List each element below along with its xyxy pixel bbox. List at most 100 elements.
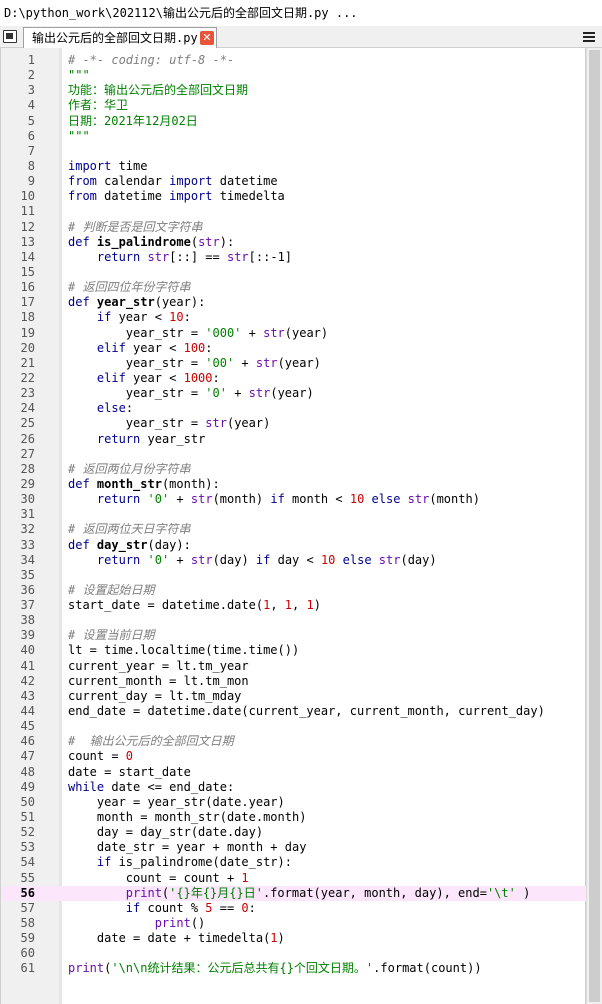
line-number: 30 [20,492,35,507]
code-line[interactable]: 33 def day_str(day): [1,538,587,553]
code-line[interactable]: 25 year_str = str(year) [1,416,587,431]
code-text: current_year = lt.tm_year [68,659,249,674]
code-token: time [111,158,148,173]
code-line[interactable]: 27 [1,447,587,462]
code-line[interactable]: 17 def year_str(year): [1,295,587,310]
code-token: day_str [96,537,148,552]
code-line[interactable]: 5 日期：2021年12月02日 [1,114,587,129]
code-line[interactable]: 57 if count % 5 == 0: [1,901,587,916]
code-line[interactable]: 50 year = year_str(date.year) [1,795,587,810]
code-line[interactable]: 12 # 判断是否是回文字符串 [1,220,587,235]
line-number: 58 [20,916,35,931]
line-number: 17 [20,295,35,310]
code-line[interactable]: 51 month = month_str(date.month) [1,810,587,825]
code-line[interactable]: 21 year_str = '00' + str(year) [1,356,587,371]
code-line[interactable]: 28 # 返回两位月份字符串 [1,462,587,477]
code-token: from [68,189,97,204]
code-text: return '0' + str(day) if day < 10 else s… [68,553,437,568]
code-line[interactable]: 46 # 输出公元后的全部回文日期 [1,734,587,749]
close-icon[interactable]: ✕ [200,31,214,45]
code-line[interactable]: 56 print('{}年{}月{}日'.format(year, month,… [1,885,587,901]
code-token: 10 [169,310,184,325]
code-token: str [147,249,170,264]
code-line[interactable]: 29 def month_str(month): [1,477,587,492]
code-line[interactable]: 26 return year_str [1,432,587,447]
code-token: (month): [161,476,220,491]
code-text: # 返回两位月份字符串 [68,462,190,477]
code-line[interactable]: 23 year_str = '0' + str(year) [1,386,587,401]
code-line[interactable]: 9 from calendar import datetime [1,174,587,189]
code-line[interactable]: 13 def is_palindrome(str): [1,235,587,250]
code-line[interactable]: 18 if year < 10: [1,310,587,325]
code-text: year_str = '00' + str(year) [68,356,321,371]
code-line[interactable]: 42 current_month = lt.tm_mon [1,674,587,689]
code-line[interactable]: 19 year_str = '000' + str(year) [1,326,587,341]
code-line[interactable]: 2 """ [1,68,587,83]
code-line[interactable]: 24 else: [1,401,587,416]
code-line[interactable]: 53 date_str = year + month + day [1,840,587,855]
scrollbar-thumb[interactable] [589,50,600,1002]
code-line[interactable]: 8 import time [1,159,587,174]
code-token: ) [515,885,531,900]
tab-file[interactable]: 输出公元后的全部回文日期.py ✕ [23,27,217,48]
file-list-icon[interactable] [3,30,17,43]
code-line[interactable]: 43 current_day = lt.tm_mday [1,689,587,704]
code-line[interactable]: 36 # 设置起始日期 [1,583,587,598]
code-line[interactable]: 31 [1,507,587,522]
code-line[interactable]: 32 # 返回两位天日字符串 [1,522,587,537]
line-number: 4 [27,98,35,113]
code-line[interactable]: 30 return '0' + str(month) if month < 10… [1,492,587,507]
code-token: from [68,174,97,189]
line-number: 55 [20,870,35,885]
code-line[interactable]: 4 作者：华卫 [1,98,587,113]
code-line[interactable]: 1 # -*- coding: utf-8 -*- [1,53,587,68]
code-line[interactable]: 20 elif year < 100: [1,341,587,356]
code-line[interactable]: 49 while date <= end_date: [1,780,587,795]
line-number: 5 [27,113,35,128]
code-token: (year) [270,386,314,401]
code-token: start_date = datetime.date( [68,598,264,613]
code-line[interactable]: 37 start_date = datetime.date(1, 1, 1) [1,598,587,613]
code-line[interactable]: 55 count = count + 1 [1,871,587,886]
code-line[interactable]: 34 return '0' + str(day) if day < 10 els… [1,553,587,568]
code-token: count = count + [68,870,242,885]
code-line[interactable]: 10 from datetime import timedelta [1,189,587,204]
code-line[interactable]: 15 [1,265,587,280]
code-text: end_date = datetime.date(current_year, c… [68,704,545,719]
code-token: is_palindrome(date_str): [111,855,292,870]
code-line[interactable]: 35 [1,568,587,583]
code-line[interactable]: 48 date = start_date [1,765,587,780]
code-token: # 设置起始日期 [68,582,155,597]
code-line[interactable]: 61 print('\n\n统计结果：公元后总共有{}个回文日期。'.format… [1,961,587,976]
code-line[interactable]: 45 [1,719,587,734]
vertical-scrollbar[interactable] [586,48,602,1004]
code-text: year_str = '000' + str(year) [68,326,328,341]
code-lines[interactable]: 1 # -*- coding: utf-8 -*- 2 """ 3 功能：输出公元后的全部… [1,53,587,977]
hamburger-menu-icon[interactable] [583,32,595,42]
code-text: def month_str(month): [68,477,220,492]
code-token: datetime [212,174,278,189]
code-line[interactable]: 54 if is_palindrome(date_str): [1,855,587,870]
code-line[interactable]: 39 # 设置当前日期 [1,628,587,643]
code-line[interactable]: 44 end_date = datetime.date(current_year,… [1,704,587,719]
line-number: 3 [27,83,35,98]
code-line[interactable]: 38 [1,613,587,628]
code-line[interactable]: 7 [1,144,587,159]
code-line[interactable]: 22 elif year < 1000: [1,371,587,386]
code-line[interactable]: 41 current_year = lt.tm_year [1,659,587,674]
code-line[interactable]: 16 # 返回四位年份字符串 [1,280,587,295]
code-line[interactable]: 47 count = 0 [1,749,587,764]
code-line[interactable]: 11 [1,204,587,219]
code-line[interactable]: 40 lt = time.localtime(time.time()) [1,643,587,658]
code-line[interactable]: 59 date = date + timedelta(1) [1,931,587,946]
code-editor[interactable]: 1 # -*- coding: utf-8 -*- 2 """ 3 功能：输出公元后的全部… [0,48,587,1004]
code-line[interactable]: 58 print() [1,916,587,931]
line-number: 8 [27,158,35,173]
code-token: # 设置当前日期 [68,628,155,643]
code-line[interactable]: 52 day = day_str(date.day) [1,825,587,840]
code-line[interactable]: 3 功能：输出公元后的全部回文日期 [1,83,587,98]
code-line[interactable]: 14 return str[::] == str[::-1] [1,250,587,265]
code-line[interactable]: 60 [1,946,587,961]
code-line[interactable]: 6 """ [1,129,587,144]
